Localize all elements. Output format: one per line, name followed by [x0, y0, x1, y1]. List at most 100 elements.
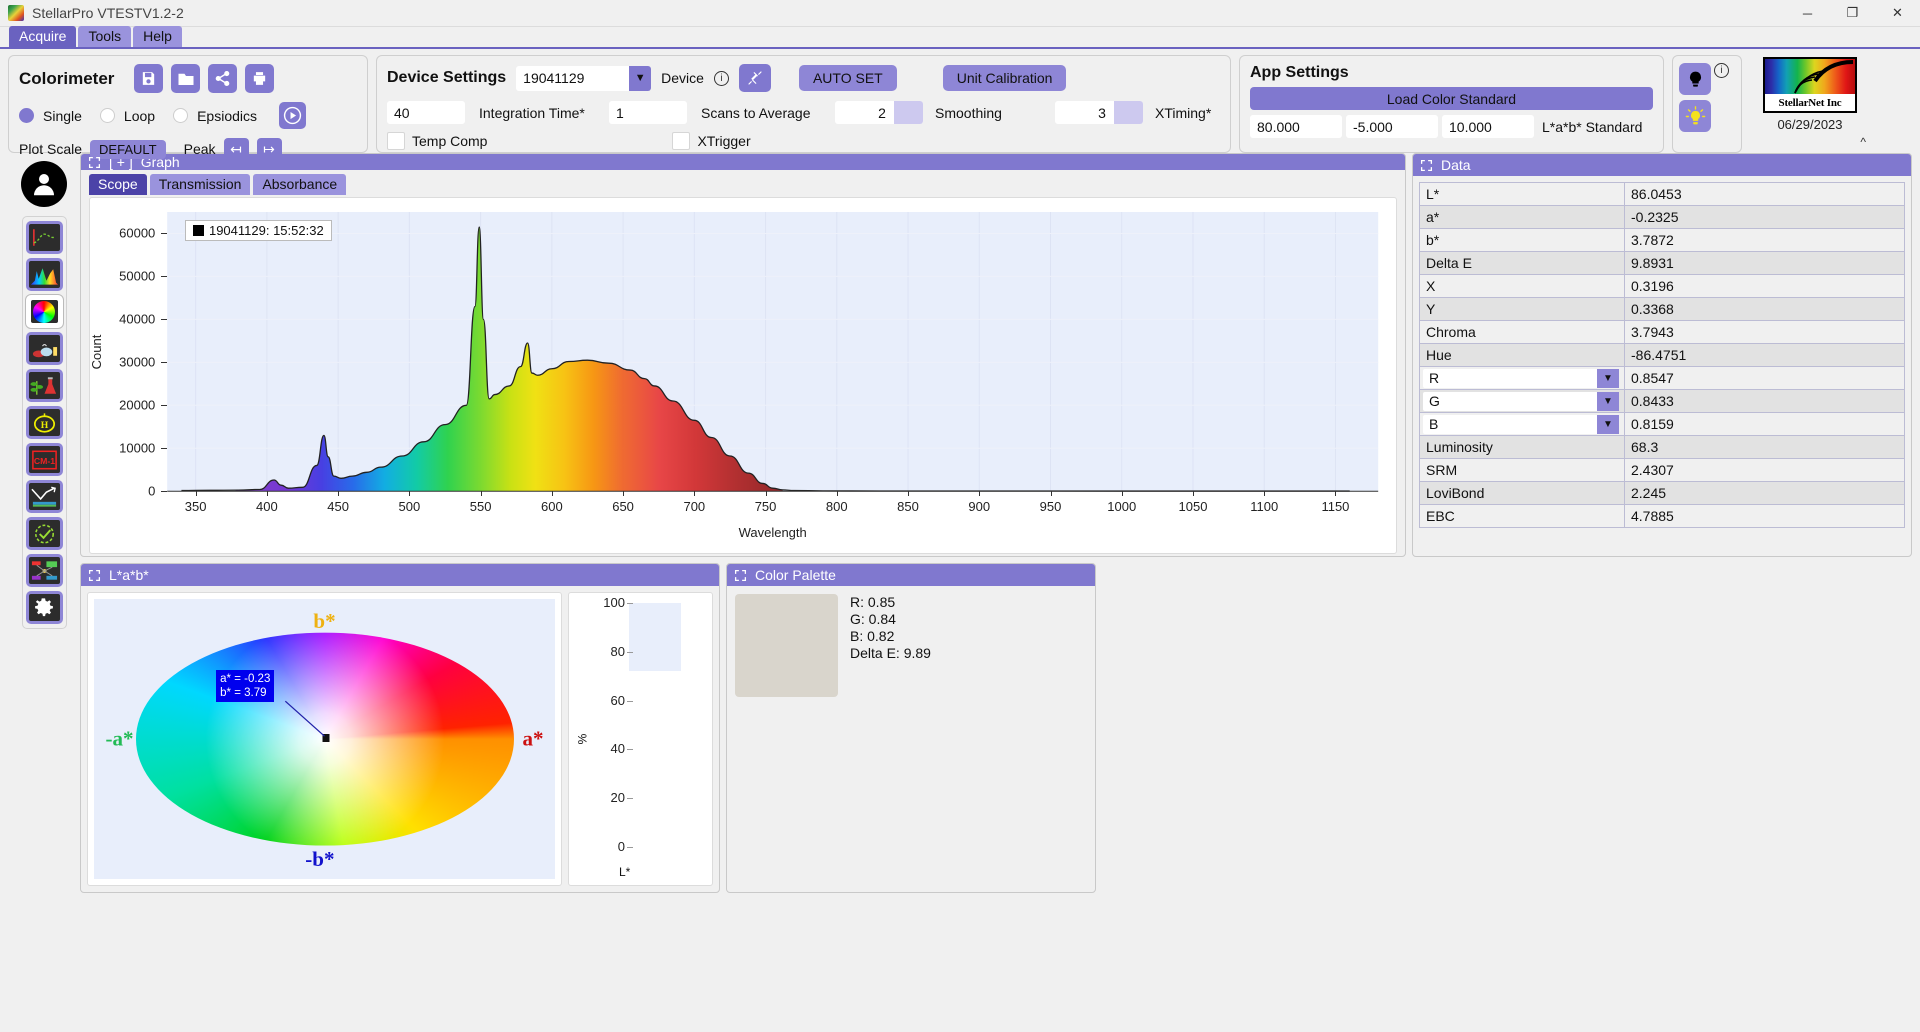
smoothing-input[interactable]: 2 [835, 101, 923, 124]
play-icon[interactable] [279, 102, 306, 129]
lab-color-plot[interactable]: a* = -0.23 b* = 3.79 b* -b* a* -a* [87, 592, 562, 886]
app-settings-panel: App Settings Load Color Standard 80.000 … [1239, 55, 1664, 153]
peak-prev-button[interactable]: ↤ [223, 138, 249, 160]
food-icon[interactable] [25, 332, 63, 365]
spectrum-peaks-icon[interactable] [25, 258, 63, 291]
xtiming-input[interactable]: 3 [1055, 101, 1143, 124]
unit-calibration-button[interactable]: Unit Calibration [942, 65, 1067, 91]
xtrigger-label: XTrigger [697, 133, 751, 149]
lightness-scale: 100 80 60 40 20 0 % L* [568, 592, 713, 886]
plug-icon[interactable] [738, 64, 771, 92]
chevron-down-icon[interactable]: ▼ [1597, 368, 1619, 388]
haze-icon[interactable]: H [25, 406, 63, 439]
table-row: LoviBond 2.245 [1420, 481, 1904, 504]
lamp-on-icon[interactable] [1679, 100, 1711, 132]
tab-scope[interactable]: Scope [89, 174, 147, 195]
lightness-tick: 80 [610, 643, 625, 659]
color-wheel-icon[interactable] [25, 295, 63, 328]
menu-item-tools[interactable]: Tools [78, 26, 132, 47]
trend-icon[interactable] [25, 480, 63, 513]
info-icon[interactable]: i [713, 70, 729, 86]
save-icon[interactable] [134, 64, 164, 93]
chevron-down-icon[interactable]: ▼ [629, 65, 652, 91]
device-settings-panel: Device Settings 19041129 ▼ Device i AUTO… [376, 55, 1231, 153]
xtrigger-checkbox[interactable] [672, 132, 691, 150]
lamp-off-icon[interactable] [1679, 63, 1711, 95]
scans-to-average-label: Scans to Average [701, 104, 811, 121]
standard-label: L*a*b* Standard [1542, 118, 1643, 135]
expand-icon[interactable] [734, 569, 747, 582]
menu-item-acquire[interactable]: Acquire [9, 26, 77, 47]
table-row: R ▼ 0.8547 [1420, 366, 1904, 389]
auto-set-button[interactable]: AUTO SET [798, 65, 897, 91]
standard-b-input[interactable]: 10.000 [1442, 115, 1534, 138]
device-select[interactable]: 19041129 ▼ [516, 65, 652, 91]
menu-item-help[interactable]: Help [133, 26, 182, 47]
radio-loop[interactable] [99, 108, 115, 123]
share-icon[interactable] [208, 64, 238, 93]
load-color-standard-button[interactable]: Load Color Standard [1250, 87, 1653, 110]
table-row: Luminosity 68.3 [1420, 435, 1904, 458]
table-cell-value: 2.4307 [1631, 462, 1674, 478]
table-cell-value: 86.0453 [1631, 186, 1682, 202]
minimize-button[interactable]: ─ [1785, 0, 1830, 27]
radio-loop-label: Loop [123, 107, 156, 124]
svg-text:H: H [40, 419, 48, 430]
channel-select[interactable]: G ▼ [1423, 391, 1619, 411]
channel-select[interactable]: B ▼ [1423, 414, 1619, 434]
info-icon[interactable]: i [1714, 63, 1729, 78]
spectra-icon[interactable] [25, 221, 63, 254]
device-label: Device [661, 70, 704, 86]
palette-g: G: 0.84 [850, 611, 896, 627]
channel-select[interactable]: R ▼ [1423, 368, 1619, 388]
table-row: EBC 4.7885 [1420, 504, 1904, 527]
menu-bar: Acquire Tools Help [0, 26, 1920, 49]
plot-scale-button[interactable]: DEFAULT [90, 139, 166, 159]
integration-time-input[interactable]: 40 [387, 101, 465, 124]
plant-chemistry-icon[interactable] [25, 369, 63, 402]
lightness-tick: 100 [603, 595, 625, 610]
close-button[interactable]: ✕ [1875, 0, 1920, 27]
settings-gear-icon[interactable] [25, 591, 63, 624]
temp-comp-checkbox[interactable] [387, 132, 405, 150]
check-icon[interactable] [25, 517, 63, 550]
peak-next-button[interactable]: ↦ [256, 138, 282, 160]
table-row: B ▼ 0.8159 [1420, 412, 1904, 435]
network-icon[interactable] [25, 554, 63, 587]
maximize-button[interactable]: ❐ [1830, 0, 1875, 27]
channel-select-value: B [1429, 416, 1439, 432]
expand-icon[interactable] [1420, 159, 1433, 172]
standard-a-input[interactable]: -5.000 [1346, 115, 1438, 138]
lab-panel: L*a*b* a* = -0.23 b* = 3.79 b* -b* a* -a… [80, 563, 720, 893]
expand-icon[interactable] [88, 569, 101, 582]
table-cell-value: 9.8931 [1631, 255, 1674, 271]
lightness-tick: 0 [617, 839, 625, 854]
table-cell-value: 0.8159 [1631, 416, 1674, 432]
user-avatar-icon[interactable] [21, 161, 67, 207]
radio-single[interactable] [19, 108, 34, 123]
colorimeter-title: Colorimeter [19, 68, 115, 88]
plot-scale-label: Plot Scale [19, 141, 83, 157]
spectrum-plot[interactable]: 350 400 450 500 550 600 650 700 750 800 850 900 950 1… [89, 197, 1397, 555]
device-settings-title: Device Settings [387, 69, 507, 86]
color-swatch [735, 594, 838, 697]
chevron-down-icon[interactable]: ▼ [1597, 391, 1619, 411]
cm-inverse-icon[interactable]: CM-1 [25, 443, 63, 476]
table-cell-value: 0.3368 [1631, 301, 1674, 317]
lightness-tick: 20 [610, 790, 625, 806]
chevron-up-icon[interactable]: ^ [1860, 135, 1866, 149]
chevron-down-icon[interactable]: ▼ [1597, 414, 1619, 434]
palette-panel: Color Palette R: 0.85 G: 0.84 B: 0.82 De… [726, 563, 1096, 893]
print-icon[interactable] [245, 64, 275, 93]
standard-l-input[interactable]: 80.000 [1250, 115, 1342, 138]
lamp-control-panel: i [1672, 55, 1742, 153]
table-cell-key: LoviBond [1420, 482, 1625, 504]
tab-absorbance[interactable]: Absorbance [253, 174, 347, 195]
graph-panel: [ + ] Graph Scope Transmission Absorbanc… [80, 153, 1406, 557]
table-row: G ▼ 0.8433 [1420, 389, 1904, 412]
expand-icon[interactable] [88, 156, 101, 169]
radio-epsiodics[interactable] [173, 108, 189, 123]
tab-transmission[interactable]: Transmission [149, 174, 251, 195]
scans-to-average-input[interactable]: 1 [609, 101, 687, 124]
open-folder-icon[interactable] [171, 64, 201, 93]
